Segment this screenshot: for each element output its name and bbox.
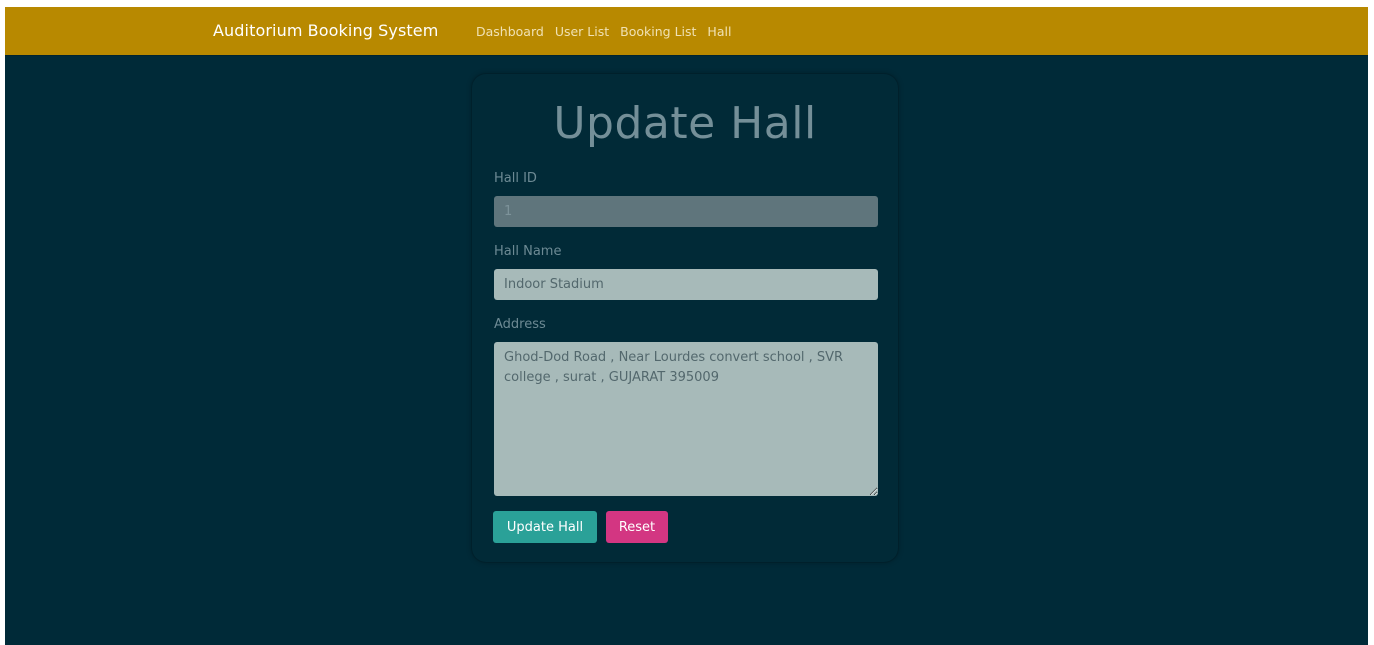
nav-link-hall[interactable]: Hall — [707, 24, 731, 39]
nav-link-booking-list[interactable]: Booking List — [620, 24, 696, 39]
hall-id-field[interactable] — [494, 196, 878, 227]
nav-link-user-list[interactable]: User List — [555, 24, 609, 39]
reset-button[interactable]: Reset — [606, 511, 668, 543]
nav-link-dashboard[interactable]: Dashboard — [476, 24, 544, 39]
hall-id-label: Hall ID — [494, 171, 537, 186]
page-title: Update Hall — [553, 98, 817, 149]
address-label: Address — [494, 317, 546, 332]
brand-link[interactable]: Auditorium Booking System — [213, 21, 438, 40]
navbar: Auditorium Booking System Dashboard User… — [5, 7, 1368, 55]
update-hall-button[interactable]: Update Hall — [493, 511, 597, 543]
nav-links: Dashboard User List Booking List Hall — [476, 24, 731, 39]
hall-name-field[interactable] — [494, 269, 878, 300]
hall-name-label: Hall Name — [494, 244, 562, 259]
update-hall-card: Update Hall Hall ID Hall Name Address Gh… — [472, 74, 898, 562]
address-field[interactable]: Ghod-Dod Road , Near Lourdes convert sch… — [494, 342, 878, 496]
page: Auditorium Booking System Dashboard User… — [5, 7, 1368, 645]
